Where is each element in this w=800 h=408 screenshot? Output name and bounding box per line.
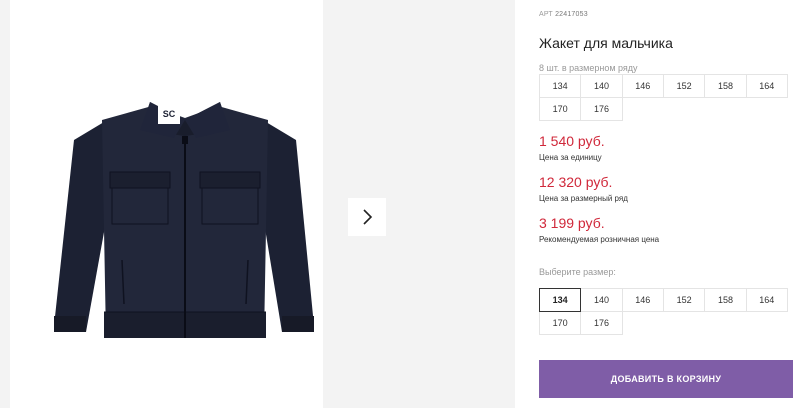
article-value: 22417053 [555,11,588,18]
size-option-134[interactable]: 134 [539,288,582,312]
pack-size-cell: 176 [580,97,623,121]
choose-size-label: Выберите размер: [539,267,616,277]
size-option-176[interactable]: 176 [580,311,623,335]
pack-price: 12 320 руб. [539,174,613,190]
size-option-170[interactable]: 170 [539,311,582,335]
pack-size-cell: 164 [745,74,788,98]
pack-size-grid: 134 140 146 152 158 164 170 176 [539,74,793,122]
article-number: АРТ 22417053 [539,11,588,18]
unit-price: 1 540 руб. [539,133,605,149]
pack-price-note: Цена за размерный ряд [539,194,628,203]
size-option-146[interactable]: 146 [621,288,664,312]
pack-size-note: 8 шт. в размерном ряду [539,63,638,73]
chevron-right-icon [363,209,373,225]
retail-price-note: Рекомендуемая розничная цена [539,235,660,244]
brand-label: SC [163,109,176,119]
size-selector: 134 140 146 152 158 164 170 176 [539,288,793,336]
size-option-158[interactable]: 158 [704,288,747,312]
size-option-140[interactable]: 140 [580,288,623,312]
add-to-cart-button[interactable]: Добавить в корзину [539,360,793,398]
product-image: SC [54,102,314,338]
pack-size-cell: 152 [662,74,706,98]
pack-size-cell: 170 [539,97,582,121]
gallery-left-strip [0,0,10,408]
size-option-152[interactable]: 152 [662,288,706,312]
retail-price: 3 199 руб. [539,215,605,231]
article-label: АРТ [539,11,553,18]
product-title: Жакет для мальчика [539,35,673,51]
next-image-button[interactable] [348,198,386,236]
pack-size-cell: 158 [704,74,747,98]
unit-price-note: Цена за единицу [539,153,602,162]
size-option-164[interactable]: 164 [745,288,788,312]
pack-size-cell: 146 [621,74,664,98]
pack-size-cell: 134 [539,74,582,98]
pack-size-cell: 140 [580,74,623,98]
